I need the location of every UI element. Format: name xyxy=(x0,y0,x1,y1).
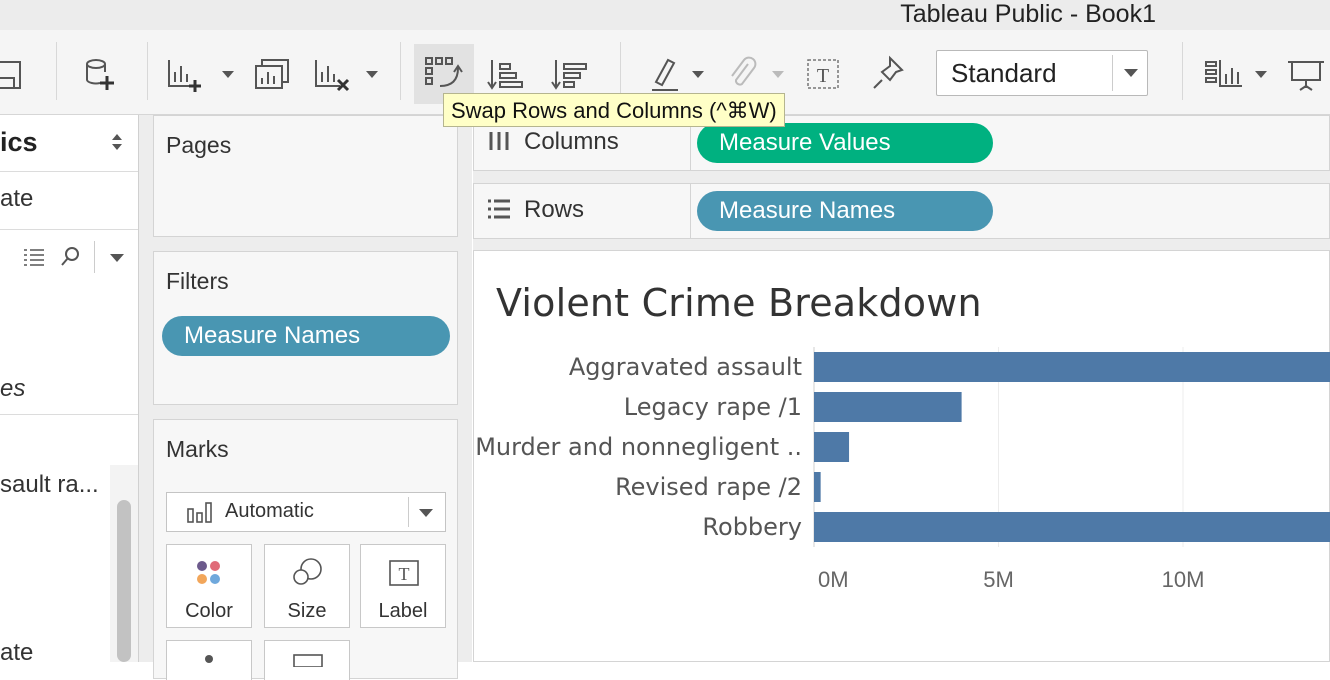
measure-values-pill[interactable]: Measure Values xyxy=(697,123,993,163)
columns-icon xyxy=(489,132,509,150)
list-view-icon[interactable] xyxy=(22,247,46,272)
scrollbar[interactable] xyxy=(117,500,131,662)
color-icon xyxy=(197,561,220,584)
window-title: Tableau Public - Book1 xyxy=(900,0,1156,28)
filter-pill[interactable]: Measure Names xyxy=(162,316,450,356)
pages-card[interactable]: Pages xyxy=(153,115,458,237)
color-button[interactable]: Color xyxy=(166,544,252,628)
rows-icon xyxy=(488,199,510,219)
category-label: Robbery xyxy=(702,513,802,541)
filters-title: Filters xyxy=(166,268,229,294)
new-worksheet-icon[interactable] xyxy=(165,54,205,94)
duplicate-sheet-icon[interactable] xyxy=(252,54,292,94)
size-button[interactable]: Size xyxy=(264,544,350,628)
search-icon[interactable] xyxy=(60,245,82,272)
chevron-down-icon[interactable] xyxy=(222,71,234,78)
x-tick-label: 10M xyxy=(1162,567,1205,592)
bar[interactable] xyxy=(814,512,1330,542)
new-data-source-icon[interactable] xyxy=(78,54,118,94)
category-label: Murder and nonnegligent .. xyxy=(475,433,802,461)
bar[interactable] xyxy=(814,392,962,422)
bar[interactable] xyxy=(814,352,1330,382)
marks-card: Marks Automatic Color Size T Label xyxy=(153,419,458,680)
label-label: Label xyxy=(378,600,428,622)
x-tick-label: 5M xyxy=(983,567,1014,592)
workspace: Columns Measure Values Rows Measure Name… xyxy=(473,115,1330,662)
viz-area[interactable]: Violent Crime Breakdown 0M 5M 10M Aggravate… xyxy=(473,250,1330,662)
field-item[interactable]: sault ra... xyxy=(0,471,99,499)
tooltip-button[interactable] xyxy=(264,640,350,680)
rows-label: Rows xyxy=(524,196,585,223)
measure-names-pill[interactable]: Measure Names xyxy=(697,191,993,231)
detail-icon xyxy=(205,655,213,663)
marks-title: Marks xyxy=(166,436,229,462)
chevron-down-icon xyxy=(1124,69,1138,77)
pages-title: Pages xyxy=(166,132,232,158)
sort-arrows-icon[interactable] xyxy=(110,132,124,157)
tooltip-icon xyxy=(293,654,323,667)
cards-column: Pages Filters Measure Names Marks Automa… xyxy=(139,115,472,680)
title-bar: Tableau Public - Book1 xyxy=(0,0,1330,30)
fit-select-value: Standard xyxy=(951,58,1057,88)
label-button[interactable]: T Label xyxy=(360,544,446,628)
data-pane: ics ate es sault ra... ate xyxy=(0,115,139,666)
label-icon: T xyxy=(389,560,419,586)
category-label: Legacy rape /1 xyxy=(624,393,802,421)
size-icon xyxy=(293,558,322,585)
size-label: Size xyxy=(287,600,327,622)
save-icon[interactable] xyxy=(0,54,28,94)
chevron-down-icon[interactable] xyxy=(110,254,124,262)
rows-shelf[interactable]: Rows Measure Names xyxy=(473,183,1330,239)
color-label: Color xyxy=(185,600,233,622)
swap-tooltip: Swap Rows and Columns (^⌘W) xyxy=(443,93,785,127)
bar-chart: 0M 5M 10M Aggravated assault Legacy rape /1 M… xyxy=(475,347,1330,592)
chevron-down-icon[interactable] xyxy=(366,71,378,78)
mark-type-select[interactable]: Automatic xyxy=(166,492,446,532)
detail-button[interactable] xyxy=(166,640,252,680)
category-label: Aggravated assault xyxy=(569,353,802,381)
category-label: Revised rape /2 xyxy=(615,473,802,501)
folder-label[interactable]: es xyxy=(0,375,25,403)
bar[interactable] xyxy=(814,432,850,462)
columns-label: Columns xyxy=(524,128,619,155)
data-source-label[interactable]: ate xyxy=(0,185,33,213)
fit-select[interactable]: Standard xyxy=(936,50,1148,96)
mark-type-value: Automatic xyxy=(225,500,314,522)
chevron-down-icon xyxy=(419,509,433,517)
clear-sheet-icon[interactable] xyxy=(312,54,352,94)
bar-chart-icon xyxy=(187,501,215,528)
svg-text:T: T xyxy=(399,564,410,584)
filters-card[interactable]: Filters Measure Names xyxy=(153,251,458,405)
field-item[interactable]: ate xyxy=(0,639,33,667)
bar[interactable] xyxy=(814,472,821,502)
x-tick-label: 0M xyxy=(818,567,849,592)
data-pane-header: ics xyxy=(0,127,38,157)
